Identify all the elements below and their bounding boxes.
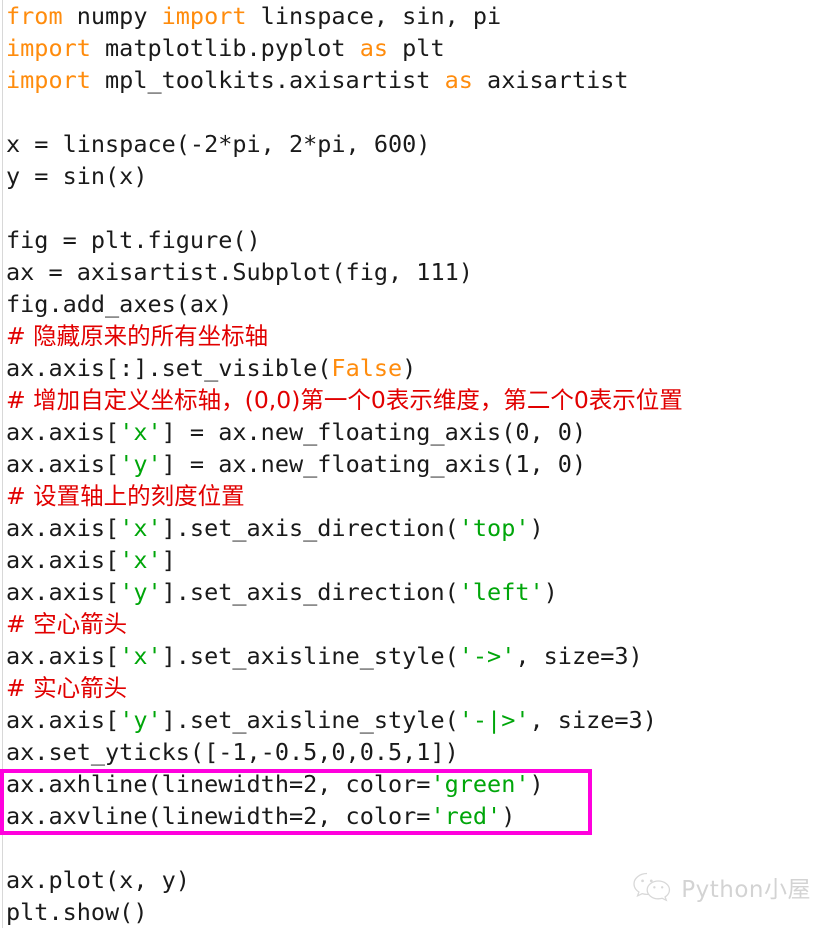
code-token-plain: ax.axis[ bbox=[6, 546, 120, 574]
code-line: y = sin(x) bbox=[6, 160, 825, 192]
code-token-plain: ].set_axisline_style( bbox=[161, 706, 459, 734]
code-token-plain: ax.axis[ bbox=[6, 706, 120, 734]
code-token-str: 'red' bbox=[430, 802, 502, 830]
code-token-plain: fig = plt.figure() bbox=[6, 226, 261, 254]
code-token-plain: ax = axisartist.Subplot(fig, 111) bbox=[6, 258, 473, 286]
code-token-str: 'x' bbox=[119, 514, 162, 542]
code-token-plain: ax.axis[ bbox=[6, 578, 120, 606]
code-line: ax.axis['y'] = ax.new_floating_axis(1, 0… bbox=[6, 448, 825, 480]
left-edge-rule bbox=[2, 0, 3, 928]
code-token-plain: ax.axis[ bbox=[6, 418, 120, 446]
code-token-plain: plt.show() bbox=[6, 898, 148, 926]
code-line: ax.axis['y'].set_axis_direction('left') bbox=[6, 576, 825, 608]
wechat-icon bbox=[633, 872, 671, 902]
watermark: Python小屋 bbox=[632, 870, 811, 904]
code-token-kw: import bbox=[161, 2, 247, 30]
code-token-kw: False bbox=[331, 354, 403, 382]
code-token-str: 'green' bbox=[430, 770, 530, 798]
code-token-plain: ].set_axis_direction( bbox=[161, 578, 459, 606]
code-line: x = linspace(-2*pi, 2*pi, 600) bbox=[6, 128, 825, 160]
code-token-plain: ax.axhline(linewidth=2, color= bbox=[6, 770, 431, 798]
code-token-plain: ) bbox=[529, 514, 544, 542]
code-line: ax.axhline(linewidth=2, color='green') bbox=[6, 768, 825, 800]
code-line: ax.axis['x'] = ax.new_floating_axis(0, 0… bbox=[6, 416, 825, 448]
code-token-str: 'y' bbox=[119, 450, 162, 478]
code-line: ax = axisartist.Subplot(fig, 111) bbox=[6, 256, 825, 288]
code-block: from numpy import linspace, sin, pi impor… bbox=[6, 0, 825, 928]
code-line: # 实心箭头 bbox=[6, 672, 825, 704]
code-token-comment: # 设置轴上的刻度位置 bbox=[6, 482, 245, 510]
code-token-str: '->' bbox=[458, 642, 516, 670]
code-token-comment: # 隐藏原来的所有坐标轴 bbox=[6, 322, 269, 350]
code-token-plain: matplotlib.pyplot bbox=[90, 34, 360, 62]
code-token-str: 'x' bbox=[119, 418, 162, 446]
code-token-plain: ax.axvline(linewidth=2, color= bbox=[6, 802, 431, 830]
code-token-kw: from bbox=[6, 2, 63, 30]
code-token-plain: ax.set_yticks([-1,-0.5,0,0.5,1]) bbox=[6, 738, 459, 766]
watermark-text: Python小屋 bbox=[681, 877, 811, 903]
code-token-plain: ) bbox=[529, 770, 544, 798]
code-token-plain: ] = ax.new_floating_axis(0, 0) bbox=[161, 418, 587, 446]
code-token-plain: numpy bbox=[62, 2, 162, 30]
code-token-plain: ax.axis[:].set_visible( bbox=[6, 354, 332, 382]
code-line: ax.axis['y'].set_axisline_style('-|>', s… bbox=[6, 704, 825, 736]
code-token-plain: plt bbox=[388, 34, 445, 62]
code-line: ax.axis['x'].set_axis_direction('top') bbox=[6, 512, 825, 544]
code-token-str: 'x' bbox=[119, 546, 162, 574]
code-token-plain: x = linspace(-2*pi, 2*pi, 600) bbox=[6, 130, 431, 158]
code-line: ax.axvline(linewidth=2, color='red') bbox=[6, 800, 825, 832]
code-token-plain: ].set_axisline_style( bbox=[161, 642, 459, 670]
code-line: fig = plt.figure() bbox=[6, 224, 825, 256]
code-token-plain: , size=3) bbox=[515, 642, 643, 670]
code-token-plain: ax.axis[ bbox=[6, 642, 120, 670]
code-line: ax.axis['x'] bbox=[6, 544, 825, 576]
code-token-str: 'left' bbox=[458, 578, 544, 606]
code-line: # 设置轴上的刻度位置 bbox=[6, 480, 825, 512]
code-line: import mpl_toolkits.axisartist as axisar… bbox=[6, 64, 825, 96]
code-line: fig.add_axes(ax) bbox=[6, 288, 825, 320]
code-line: import matplotlib.pyplot as plt bbox=[6, 32, 825, 64]
code-token-plain: mpl_toolkits.axisartist bbox=[90, 66, 445, 94]
code-token-kw: import bbox=[6, 34, 91, 62]
code-token-kw: as bbox=[444, 66, 473, 94]
code-token-plain: ax.axis[ bbox=[6, 450, 120, 478]
code-token-plain: ].set_axis_direction( bbox=[161, 514, 459, 542]
code-token-str: '-|>' bbox=[458, 706, 530, 734]
code-token-plain: linspace, sin, pi bbox=[246, 2, 502, 30]
code-token-plain: ax.axis[ bbox=[6, 514, 120, 542]
code-token-plain: ) bbox=[543, 578, 558, 606]
code-token-plain: ] bbox=[161, 546, 176, 574]
code-token-plain: ) bbox=[501, 802, 516, 830]
code-line: # 空心箭头 bbox=[6, 608, 825, 640]
code-screenshot: from numpy import linspace, sin, pi impor… bbox=[0, 0, 825, 928]
code-token-plain: ax.plot(x, y) bbox=[6, 866, 190, 894]
code-token-comment: # 实心箭头 bbox=[6, 674, 128, 702]
code-token-plain: ) bbox=[402, 354, 417, 382]
code-token-comment: # 空心箭头 bbox=[6, 610, 128, 638]
code-line: ax.axis[:].set_visible(False) bbox=[6, 352, 825, 384]
code-token-str: 'y' bbox=[119, 706, 162, 734]
code-token-plain: fig.add_axes(ax) bbox=[6, 290, 233, 318]
code-line: # 隐藏原来的所有坐标轴 bbox=[6, 320, 825, 352]
code-token-plain: ] = ax.new_floating_axis(1, 0) bbox=[161, 450, 587, 478]
code-line: from numpy import linspace, sin, pi bbox=[6, 0, 825, 32]
code-token-str: 'top' bbox=[458, 514, 530, 542]
code-token-plain: y = sin(x) bbox=[6, 162, 148, 190]
code-token-kw: as bbox=[359, 34, 389, 62]
code-token-kw: import bbox=[6, 66, 91, 94]
code-line: ax.axis['x'].set_axisline_style('->', si… bbox=[6, 640, 825, 672]
code-line: ax.set_yticks([-1,-0.5,0,0.5,1]) bbox=[6, 736, 825, 768]
code-token-plain: , size=3) bbox=[529, 706, 657, 734]
code-line: # 增加自定义坐标轴，(0,0)第一个0表示维度，第二个0表示位置 bbox=[6, 384, 825, 416]
code-token-str: 'y' bbox=[119, 578, 162, 606]
code-token-str: 'x' bbox=[119, 642, 162, 670]
code-token-comment: # 增加自定义坐标轴，(0,0)第一个0表示维度，第二个0表示位置 bbox=[6, 386, 683, 414]
code-token-plain: axisartist bbox=[472, 66, 629, 94]
